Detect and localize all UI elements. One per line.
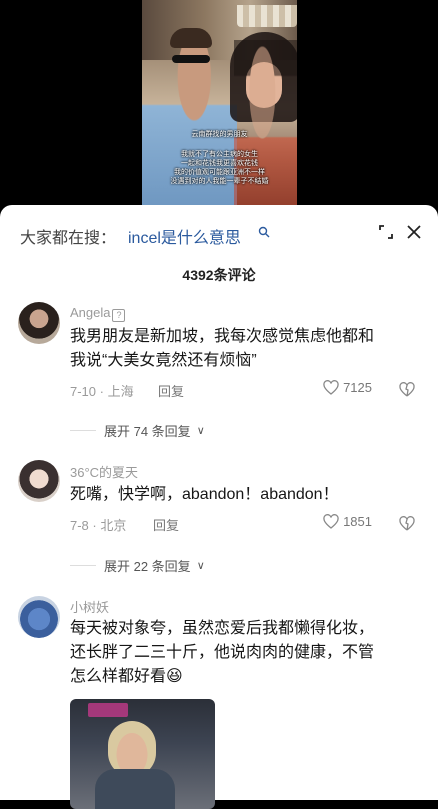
reply-button[interactable]: 回复	[153, 515, 179, 534]
avatar[interactable]	[18, 302, 60, 344]
like-count: 7125	[343, 380, 372, 395]
expand-replies-button[interactable]: 展开 74 条回复 ∨	[70, 421, 205, 440]
comment-line: 每天被对象夸，虽然恋爱后我都懒得化妆，	[70, 620, 375, 637]
search-suggestion-link[interactable]: incel是什么意思	[128, 224, 241, 248]
expand-replies-label: 展开 74 条回复	[104, 424, 191, 439]
comment-username[interactable]: Angela?	[70, 305, 126, 322]
video-awning	[237, 5, 297, 27]
video-subtitle: 一起和花钱我更喜欢花钱	[181, 160, 258, 167]
like-button[interactable]: 1851	[323, 514, 372, 529]
video-subtitle: 我就不了有公主病的女生	[181, 151, 258, 158]
comment-line: 怎么样都好看😆	[70, 668, 183, 685]
comment-line: 还长胖了二三十斤，他说肉肉的健康，不管	[70, 644, 375, 661]
avatar[interactable]	[18, 460, 60, 502]
like-button[interactable]: 7125	[323, 380, 372, 395]
search-icon[interactable]	[258, 226, 270, 238]
video-person-right	[234, 40, 297, 215]
video-sunglasses	[172, 55, 210, 63]
comment-username[interactable]: 小树妖	[70, 597, 109, 616]
divider-line	[70, 430, 96, 431]
expand-replies-button[interactable]: 展开 22 条回复 ∨	[70, 556, 205, 575]
comment-image[interactable]	[70, 699, 215, 809]
comment-username[interactable]: 36°C的夏天	[70, 462, 138, 481]
video-player[interactable]: 云南群找的男朋友 我就不了有公主病的女生 一起和花钱我更喜欢花钱 我的价值观可能…	[0, 0, 438, 215]
comments-count: 4392条评论	[182, 267, 256, 283]
video-frame[interactable]: 云南群找的男朋友 我就不了有公主病的女生 一起和花钱我更喜欢花钱 我的价值观可能…	[142, 0, 297, 215]
photo-sign	[88, 703, 128, 717]
reply-button[interactable]: 回复	[158, 381, 184, 400]
collapse-icon[interactable]	[378, 224, 394, 240]
video-subtitle: 我的价值观可能跟亚洲不一样	[174, 169, 265, 176]
comment-text: 我男朋友是新加坡，我每次感觉焦虑他都和 我说“大美女竟然还有烦恼”	[70, 325, 415, 373]
heart-icon	[323, 514, 339, 529]
photo-body	[95, 769, 175, 809]
chevron-down-icon: ∨	[196, 560, 205, 572]
divider-line	[70, 565, 96, 566]
chevron-down-icon: ∨	[196, 425, 205, 437]
video-hair-left	[170, 28, 212, 48]
heart-icon	[323, 380, 339, 395]
search-suggestion-bar: 大家都在搜： incel是什么意思	[20, 221, 422, 248]
close-icon[interactable]	[406, 224, 422, 240]
dislike-icon[interactable]	[398, 380, 416, 398]
comment-text: 死嘴，快学啊，abandon！abandon！	[70, 483, 415, 507]
comments-sheet: 大家都在搜： incel是什么意思 4392条评论 Angela? 我男朋友是新…	[0, 205, 438, 809]
comment-meta: 7-8 · 北京	[70, 518, 127, 533]
dislike-icon[interactable]	[398, 514, 416, 532]
comment-line: 死嘴，快学啊，abandon！abandon！	[70, 486, 339, 503]
comment-line: 我说“大美女竟然还有烦恼”	[70, 352, 257, 369]
comment-text: 每天被对象夸，虽然恋爱后我都懒得化妆， 还长胖了二三十斤，他说肉肉的健康，不管 …	[70, 617, 415, 689]
comment-meta: 7-10 · 上海	[70, 384, 134, 399]
video-subtitle: 没遇到对的人我能一辈子不结婚	[170, 178, 269, 185]
avatar[interactable]	[18, 596, 60, 638]
author-badge: ?	[112, 309, 126, 322]
like-count: 1851	[343, 514, 372, 529]
search-prefix: 大家都在搜：	[20, 230, 117, 247]
video-subtitle: 云南群找的男朋友	[191, 131, 248, 138]
comment-line: 我男朋友是新加坡，我每次感觉焦虑他都和	[70, 328, 375, 345]
expand-replies-label: 展开 22 条回复	[104, 559, 191, 574]
